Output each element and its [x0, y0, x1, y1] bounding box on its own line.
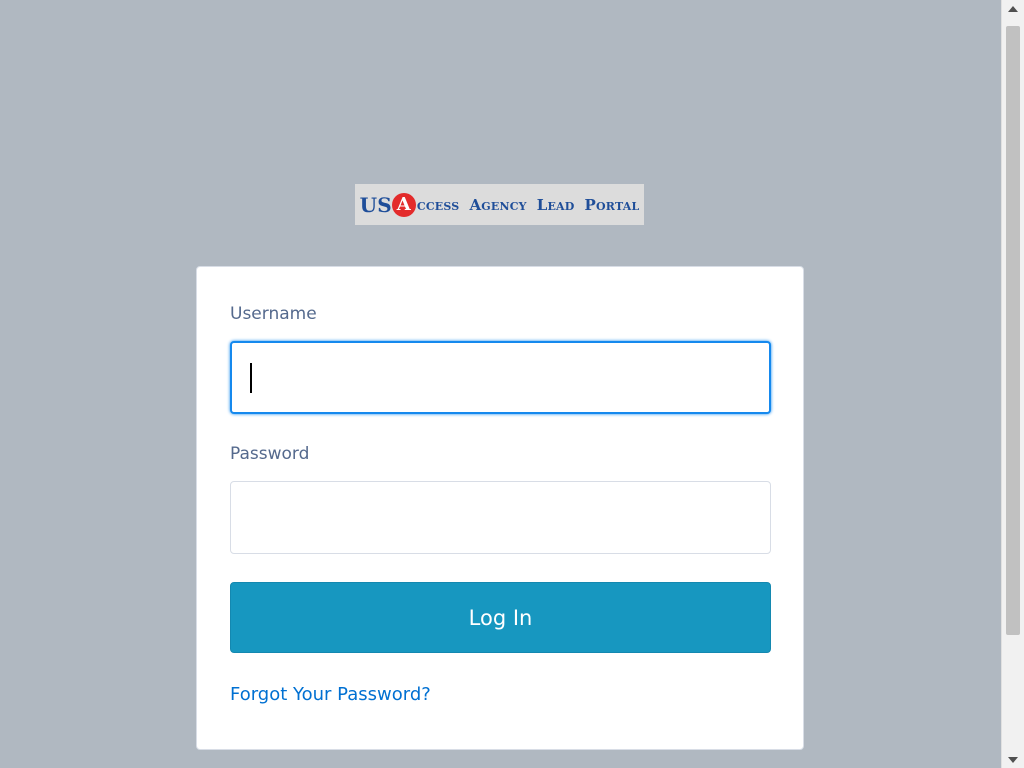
logo-ccess-text: ccess — [416, 195, 460, 214]
username-input[interactable] — [230, 341, 771, 414]
scroll-down-arrow-icon — [1008, 756, 1018, 763]
login-button[interactable]: Log In — [230, 582, 771, 653]
username-label: Username — [230, 304, 317, 324]
scroll-down-button[interactable] — [1002, 751, 1024, 768]
logo-us-text: US — [359, 192, 392, 217]
password-label: Password — [230, 444, 310, 464]
logo-a-badge-icon: A — [391, 192, 416, 217]
scrollbar-thumb[interactable] — [1006, 26, 1020, 635]
login-card: Username Password Log In Forgot Your Pas… — [196, 266, 804, 750]
scroll-up-button[interactable] — [1002, 0, 1024, 17]
logo-lead-text: Lead — [536, 195, 575, 214]
forgot-password-link[interactable]: Forgot Your Password? — [230, 684, 431, 705]
logo-agency-text: Agency — [469, 195, 527, 214]
usaccess-logo: US Access Agency Lead Portal — [355, 184, 644, 225]
scroll-up-arrow-icon — [1008, 5, 1018, 12]
password-input[interactable] — [230, 481, 771, 554]
logo-portal-text: Portal — [584, 195, 640, 214]
vertical-scrollbar[interactable] — [1001, 0, 1024, 768]
login-page: US Access Agency Lead Portal Username Passwo… — [0, 0, 1001, 768]
text-cursor — [250, 363, 252, 393]
